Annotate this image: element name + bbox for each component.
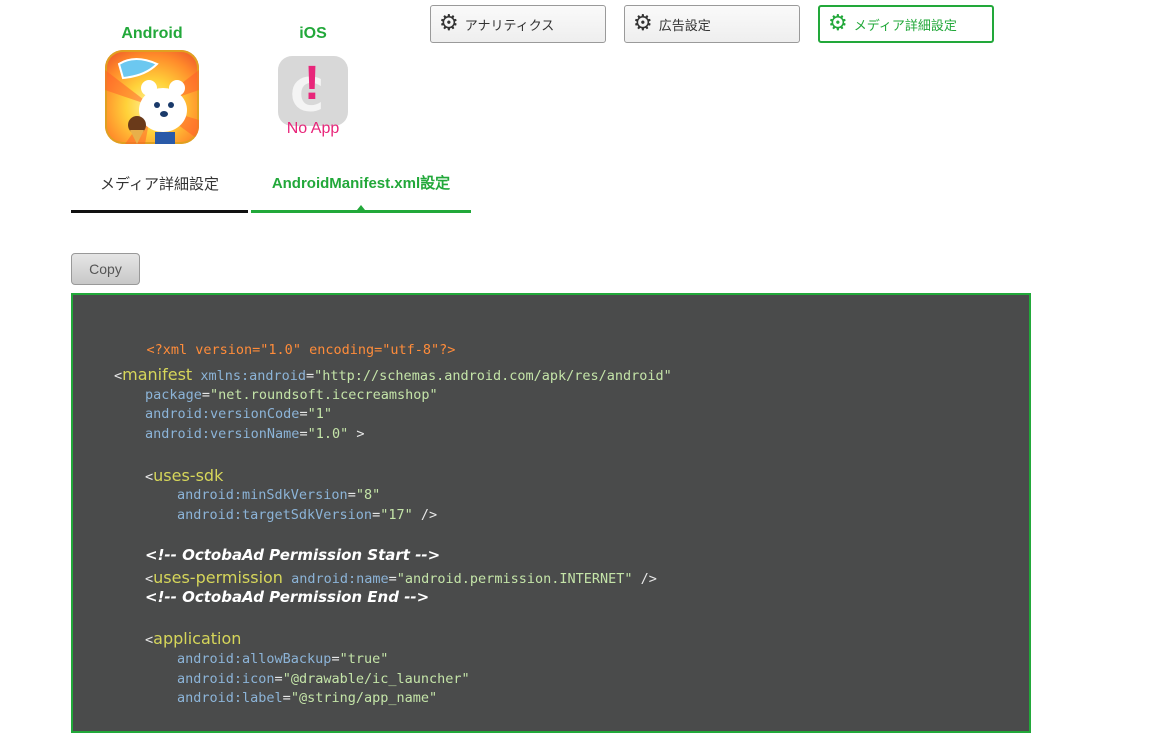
attr-equals: =: [299, 426, 308, 442]
ad-settings-button-label: 広告設定: [658, 18, 711, 34]
tag-name: uses-permission: [153, 568, 283, 587]
tag-name: application: [153, 629, 242, 648]
tag-bracket: <: [114, 368, 123, 384]
attr-value: "8": [355, 487, 381, 503]
attr-name: android:name: [291, 571, 389, 587]
gear-icon: ⚙: [633, 11, 653, 36]
code-line-allow-backup: android:allowBackup="true": [177, 651, 388, 667]
attr-value: "1": [307, 406, 332, 422]
attr-value: "http://schemas.android.com/apk/res/andr…: [314, 368, 672, 384]
attr-name: xmlns:android: [200, 368, 307, 384]
code-line-version-code: android:versionCode="1": [145, 406, 332, 422]
code-comment: <!-- OctobaAd Permission Start -->: [145, 546, 441, 564]
attr-name: android:label: [177, 690, 283, 706]
attr-equals: =: [274, 671, 283, 687]
code-line-comment-start: <!-- OctobaAd Permission Start -->: [145, 546, 440, 564]
code-comment: <!-- OctobaAd Permission End -->: [145, 588, 430, 606]
attr-equals: =: [306, 368, 315, 384]
attr-name: package: [145, 387, 202, 403]
platform-android[interactable]: Android: [97, 25, 207, 144]
copy-button[interactable]: Copy: [71, 253, 140, 285]
xml-declaration: <?xml version="1.0" encoding="utf-8"?>: [146, 342, 456, 358]
code-line-uses-permission: <uses-permission android:name="android.p…: [145, 568, 657, 587]
attr-equals: =: [201, 387, 211, 403]
active-tab-caret-icon: [357, 205, 365, 210]
platform-android-label: Android: [121, 25, 183, 42]
tag-name: manifest: [122, 365, 193, 384]
attr-value: "net.roundsoft.icecreamshop": [210, 387, 438, 403]
tab-media-details[interactable]: メディア詳細設定: [71, 170, 248, 213]
tag-bracket: <: [145, 469, 154, 485]
attr-equals: =: [347, 487, 356, 503]
platform-ios[interactable]: iOS C ! No App: [258, 25, 368, 137]
attr-name: android:versionName: [145, 426, 300, 442]
manifest-code-block[interactable]: <?xml version="1.0" encoding="utf-8"?> <…: [71, 293, 1031, 733]
attr-name: android:icon: [177, 671, 275, 687]
media-details-button[interactable]: ⚙ メディア詳細設定: [818, 5, 994, 43]
attr-name: android:minSdkVersion: [177, 487, 348, 503]
attr-equals: =: [388, 571, 397, 587]
no-app-label: No App: [286, 120, 340, 137]
tag-bracket: />: [412, 507, 438, 523]
attr-equals: =: [331, 651, 340, 667]
attr-equals: =: [372, 507, 381, 523]
android-app-icon-graphic: [105, 58, 199, 144]
attr-name: android:targetSdkVersion: [177, 507, 373, 523]
no-app-icon: C !: [278, 56, 348, 126]
code-line-target-sdk: android:targetSdkVersion="17" />: [177, 507, 437, 523]
tag-bracket: />: [632, 571, 657, 587]
code-line-label: android:label="@string/app_name": [177, 690, 437, 706]
attr-value: "true": [339, 651, 389, 667]
ad-settings-button[interactable]: ⚙ 広告設定: [624, 5, 800, 43]
code-line-min-sdk: android:minSdkVersion="8": [177, 487, 380, 503]
tab-android-manifest[interactable]: AndroidManifest.xml設定: [251, 170, 471, 213]
attr-value: "@string/app_name": [290, 690, 438, 706]
code-line-manifest: <manifest xmlns:android="http://schemas.…: [114, 365, 672, 384]
code-line-version-name: android:versionName="1.0" >: [145, 426, 364, 442]
tag-bracket: >: [348, 426, 365, 442]
android-app-icon[interactable]: [105, 50, 199, 144]
platform-ios-label: iOS: [299, 25, 327, 42]
code-line-package: package="net.roundsoft.icecreamshop": [145, 387, 438, 403]
attr-value: "@drawable/ic_launcher": [282, 671, 470, 687]
tag-name: uses-sdk: [153, 466, 224, 485]
tab-media-details-label: メディア詳細設定: [100, 175, 219, 193]
analytics-button-label: アナリティクス: [464, 18, 555, 34]
attr-equals: =: [282, 690, 291, 706]
exclamation-icon: !: [304, 57, 320, 110]
attr-value: "1.0": [307, 426, 349, 442]
analytics-button[interactable]: ⚙ アナリティクス: [430, 5, 606, 43]
tag-bracket: <: [145, 632, 154, 648]
attr-name: android:versionCode: [145, 406, 300, 422]
attr-equals: =: [299, 406, 308, 422]
code-line-uses-sdk: <uses-sdk: [145, 466, 223, 485]
attr-value: "android.permission.INTERNET": [396, 571, 633, 587]
tag-bracket: <: [145, 571, 154, 587]
gear-icon: ⚙: [439, 11, 459, 36]
tab-android-manifest-label: AndroidManifest.xml設定: [271, 175, 451, 192]
media-details-button-label: メディア詳細設定: [853, 18, 957, 34]
gear-icon: ⚙: [828, 11, 848, 36]
code-line-application: <application: [145, 629, 241, 648]
attr-name: android:allowBackup: [177, 651, 332, 667]
code-line-icon: android:icon="@drawable/ic_launcher": [177, 671, 470, 687]
code-line-comment-end: <!-- OctobaAd Permission End -->: [145, 588, 429, 606]
attr-value: "17": [380, 507, 413, 523]
